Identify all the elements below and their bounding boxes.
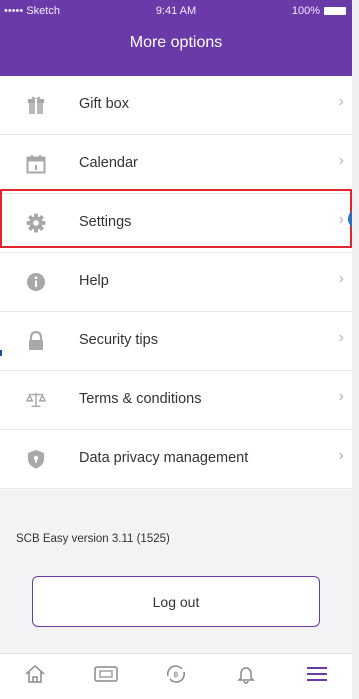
gift-icon [26,95,46,115]
header: ••••• Sketch 9:41 AM 100% More options [0,0,352,76]
menu-item-label: Gift box [79,96,129,112]
phone-screen: ••••• Sketch 9:41 AM 100% More options G… [0,0,359,699]
shield-icon [26,449,46,469]
chevron-right-icon: › [338,152,344,169]
chevron-right-icon: › [338,211,344,228]
menu-item-calendar[interactable]: Calendar › [0,135,352,194]
version-label: SCB Easy version 3.11 (1525) [16,533,170,545]
menu-item-data-privacy[interactable]: Data privacy management › [0,430,352,489]
page-title: More options [129,34,223,51]
chevron-right-icon: › [338,93,344,110]
chevron-right-icon: › [338,329,344,346]
calendar-icon [26,154,46,174]
battery-percent: 100% [291,5,320,17]
home-icon [24,664,46,689]
menu-item-label: Terms & conditions [79,391,202,407]
menu-item-security-tips[interactable]: Security tips › [0,312,352,371]
svg-text:฿: ฿ [173,670,178,679]
menu-item-terms-conditions[interactable]: Terms & conditions › [0,371,352,430]
status-bar: ••••• Sketch 9:41 AM 100% [0,0,352,22]
tab-home[interactable] [15,659,55,695]
gear-icon [26,213,46,233]
menu-item-label: Security tips [79,332,158,348]
tab-menu[interactable] [297,659,337,695]
edge-marker [0,350,2,356]
scale-icon [26,390,46,410]
menu-item-label: Settings [79,214,132,230]
menu-item-settings[interactable]: Settings › [0,194,352,253]
chevron-right-icon: › [338,447,344,464]
bell-icon [236,664,256,689]
transfer-icon: ฿ [164,664,188,689]
menu-item-label: Calendar [79,155,138,171]
logout-button[interactable]: Log out [32,576,320,627]
battery-status: 100% [292,5,346,17]
battery-icon [324,7,346,15]
menu-item-gift-box[interactable]: Gift box › [0,76,352,135]
tab-transfer[interactable]: ฿ [156,659,196,695]
chevron-right-icon: › [338,388,344,405]
menu-icon [306,665,328,688]
chevron-right-icon: › [338,270,344,287]
menu-list: Gift box › Calendar › Settings › Help › … [0,76,352,489]
menu-item-help[interactable]: Help › [0,253,352,312]
tab-notifications[interactable] [226,659,266,695]
tab-cards[interactable] [86,659,126,695]
menu-item-label: Data privacy management [79,450,249,466]
footer-area: SCB Easy version 3.11 (1525) Log out [0,490,352,653]
screen-edge [352,0,359,699]
menu-item-label: Help [79,273,109,289]
tab-bar: ฿ [0,653,352,699]
info-icon [26,272,46,292]
lock-icon [26,331,46,351]
card-icon [93,665,118,688]
